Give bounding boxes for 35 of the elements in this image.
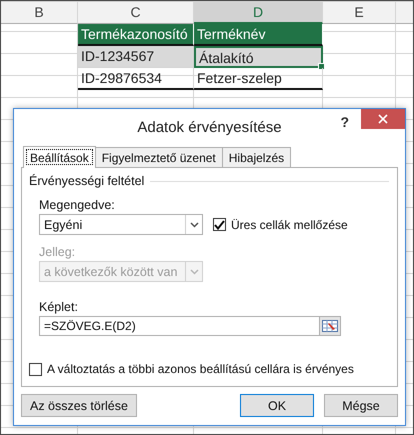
range-select-button[interactable] (319, 317, 340, 335)
tab[interactable]: Hibajelzés (222, 147, 292, 167)
table-cell: ID-29876534 (78, 68, 194, 90)
column-header[interactable]: B (1, 2, 78, 24)
field-label: Megengedve: (39, 198, 116, 212)
checkbox[interactable] (213, 218, 226, 231)
table-header-cell: Termékazonosító (78, 24, 194, 46)
help-button[interactable]: ? (336, 114, 353, 130)
chevron-down-icon (190, 222, 198, 228)
column-header[interactable]: D (194, 2, 323, 24)
dialog-button[interactable]: Az összes törlése (21, 394, 137, 417)
table-header-cell: Terméknév (194, 24, 323, 46)
range-picker-icon (322, 320, 338, 332)
chevron-down-icon (190, 268, 198, 274)
checkbox-label: A változtatás a többi azonos beállítású cellára is érvényes (47, 362, 354, 376)
close-icon (378, 114, 388, 124)
table-cell[interactable]: Fetzer-szelep (194, 68, 323, 90)
tab[interactable]: Beállítások (23, 146, 96, 168)
group-label: Érvényességi feltétel (29, 174, 144, 188)
checkbox-label: Üres cellák mellőzése (231, 218, 348, 232)
table-cell[interactable]: Átalakító (194, 46, 323, 68)
dialog-button[interactable]: Mégse (324, 394, 398, 417)
window-title: Adatok érvényesítése (137, 118, 282, 136)
close-button[interactable] (361, 109, 405, 129)
formula-field[interactable]: =SZÖVEG.E(D2) (39, 316, 341, 336)
field-label: Képlet: (39, 300, 79, 314)
column-header[interactable]: E (323, 2, 396, 24)
field-label: Jelleg: (39, 245, 76, 259)
checkbox[interactable] (29, 362, 42, 376)
fill-handle[interactable] (318, 63, 325, 70)
tab[interactable]: Figyelmeztető üzenet (94, 147, 223, 167)
dropdown[interactable]: Egyéni (39, 214, 203, 235)
table-cell: ID-1234567 (78, 46, 194, 68)
dialog-button[interactable]: OK (240, 394, 314, 417)
column-header[interactable]: C (78, 2, 194, 24)
